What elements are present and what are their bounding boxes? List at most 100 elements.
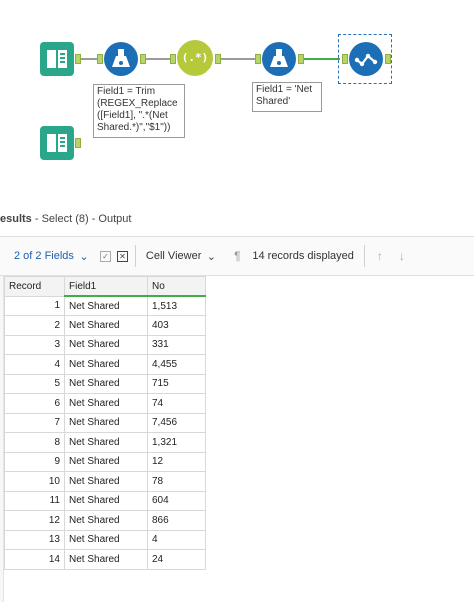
- chevron-down-icon: ⌄: [206, 250, 216, 263]
- connection-line: [221, 58, 255, 60]
- no-cell[interactable]: 12: [147, 451, 206, 472]
- output-anchor[interactable]: [385, 54, 391, 64]
- no-cell[interactable]: 1,321: [147, 432, 206, 453]
- record-cell[interactable]: 3: [4, 334, 65, 355]
- record-cell[interactable]: 14: [4, 549, 65, 570]
- toolbar-divider: [134, 245, 136, 267]
- flask-icon: [270, 49, 288, 67]
- record-cell[interactable]: 6: [4, 393, 65, 414]
- record-cell[interactable]: 9: [4, 451, 65, 472]
- field1-cell[interactable]: Net Shared: [64, 412, 148, 433]
- table-row[interactable]: 3 Net Shared 331: [4, 334, 206, 355]
- input-anchor[interactable]: [342, 54, 348, 64]
- x-box-icon: ✕: [116, 250, 128, 262]
- record-cell[interactable]: 7: [4, 412, 65, 433]
- input-data-tool-1[interactable]: [40, 42, 74, 76]
- field1-cell[interactable]: Net Shared: [64, 373, 148, 394]
- check-all-button[interactable]: ✓: [97, 244, 114, 268]
- field1-cell[interactable]: Net Shared: [64, 393, 148, 414]
- formula-2-annotation: Field1 = 'Net Shared': [252, 82, 322, 112]
- field1-cell[interactable]: Net Shared: [64, 549, 148, 570]
- record-cell[interactable]: 10: [4, 471, 65, 492]
- record-cell[interactable]: 13: [4, 529, 65, 550]
- field1-cell[interactable]: Net Shared: [64, 334, 148, 355]
- no-cell[interactable]: 403: [147, 315, 206, 336]
- input-data-tool-2[interactable]: [40, 126, 74, 160]
- no-cell[interactable]: 78: [147, 471, 206, 492]
- no-cell[interactable]: 24: [147, 549, 206, 570]
- record-cell[interactable]: 11: [4, 490, 65, 511]
- record-cell[interactable]: 2: [4, 315, 65, 336]
- pilcrow-icon: ¶: [234, 249, 241, 263]
- table-row[interactable]: 1 Net Shared 1,513: [4, 295, 206, 316]
- no-cell[interactable]: 715: [147, 373, 206, 394]
- fields-selector-label: 2 of 2 Fields: [14, 250, 74, 262]
- records-displayed: 14 records displayed: [250, 244, 360, 268]
- table-row[interactable]: 8 Net Shared 1,321: [4, 432, 206, 453]
- regex-tool[interactable]: (.*): [177, 40, 213, 76]
- field1-cell[interactable]: Net Shared: [64, 451, 148, 472]
- scroll-up-button[interactable]: ↑: [369, 244, 391, 268]
- column-header-record[interactable]: Record: [4, 276, 65, 297]
- no-cell[interactable]: 7,456: [147, 412, 206, 433]
- field1-cell[interactable]: Net Shared: [64, 471, 148, 492]
- input-anchor[interactable]: [255, 54, 261, 64]
- input-anchor[interactable]: [97, 54, 103, 64]
- no-cell[interactable]: 604: [147, 490, 206, 511]
- table-row[interactable]: 10 Net Shared 78: [4, 471, 206, 492]
- table-row[interactable]: 11 Net Shared 604: [4, 490, 206, 511]
- field1-cell[interactable]: Net Shared: [64, 529, 148, 550]
- formula-1-annotation: Field1 = Trim (REGEX_Replace ([Field1], …: [93, 84, 185, 138]
- table-row[interactable]: 5 Net Shared 715: [4, 373, 206, 394]
- no-cell[interactable]: 866: [147, 510, 206, 531]
- field1-cell[interactable]: Net Shared: [64, 510, 148, 531]
- field1-cell[interactable]: Net Shared: [64, 295, 148, 316]
- no-cell[interactable]: 4,455: [147, 354, 206, 375]
- table-row[interactable]: 2 Net Shared 403: [4, 315, 206, 336]
- column-header-field1[interactable]: Field1: [64, 276, 148, 297]
- arrow-up-icon: ↑: [376, 249, 383, 263]
- table-row[interactable]: 14 Net Shared 24: [4, 549, 206, 570]
- table-row[interactable]: 9 Net Shared 12: [4, 451, 206, 472]
- field1-cell[interactable]: Net Shared: [64, 490, 148, 511]
- chevron-down-icon: ⌄: [79, 250, 89, 263]
- input-anchor[interactable]: [170, 54, 176, 64]
- connection-line: [146, 58, 170, 60]
- results-grid: Record Field1 No 1 Net Shared 1,513 2 Net Sh…: [4, 276, 206, 570]
- results-toolbar: 2 of 2 Fields ⌄ ✓ ✕ Cell Viewer ⌄ ¶ 14 r…: [0, 236, 474, 276]
- table-row[interactable]: 7 Net Shared 7,456: [4, 412, 206, 433]
- field1-cell[interactable]: Net Shared: [64, 354, 148, 375]
- output-anchor[interactable]: [75, 138, 81, 148]
- table-row[interactable]: 6 Net Shared 74: [4, 393, 206, 414]
- table-row[interactable]: 13 Net Shared 4: [4, 529, 206, 550]
- no-cell[interactable]: 74: [147, 393, 206, 414]
- arrow-down-icon: ↓: [398, 249, 405, 263]
- record-cell[interactable]: 5: [4, 373, 65, 394]
- field1-cell[interactable]: Net Shared: [64, 315, 148, 336]
- no-cell[interactable]: 331: [147, 334, 206, 355]
- connection-line-active: [304, 58, 340, 60]
- table-row[interactable]: 4 Net Shared 4,455: [4, 354, 206, 375]
- select-tool[interactable]: [349, 42, 383, 76]
- pilcrow-button[interactable]: ¶: [224, 244, 250, 268]
- results-title: esults - Select (8) - Output: [0, 208, 474, 230]
- record-cell[interactable]: 4: [4, 354, 65, 375]
- workflow-canvas[interactable]: (.*) Field1 = Trim (REGEX_Replace ([Fiel…: [0, 0, 474, 200]
- field1-cell[interactable]: Net Shared: [64, 432, 148, 453]
- clear-button[interactable]: ✕: [114, 244, 131, 268]
- scroll-down-button[interactable]: ↓: [391, 244, 413, 268]
- fields-selector[interactable]: 2 of 2 Fields ⌄: [0, 244, 97, 268]
- record-cell[interactable]: 8: [4, 432, 65, 453]
- column-header-no[interactable]: No: [147, 276, 206, 297]
- cell-viewer-label: Cell Viewer: [145, 250, 202, 262]
- formula-tool-2[interactable]: [262, 42, 296, 76]
- record-cell[interactable]: 1: [4, 295, 65, 316]
- no-cell[interactable]: 1,513: [147, 295, 206, 316]
- no-cell[interactable]: 4: [147, 529, 206, 550]
- formula-tool-1[interactable]: [104, 42, 138, 76]
- cell-viewer-dropdown[interactable]: Cell Viewer ⌄: [140, 244, 224, 268]
- table-row[interactable]: 12 Net Shared 866: [4, 510, 206, 531]
- checkbox-icon: ✓: [99, 250, 111, 262]
- results-title-rest: - Select (8) - Output: [31, 213, 132, 225]
- record-cell[interactable]: 12: [4, 510, 65, 531]
